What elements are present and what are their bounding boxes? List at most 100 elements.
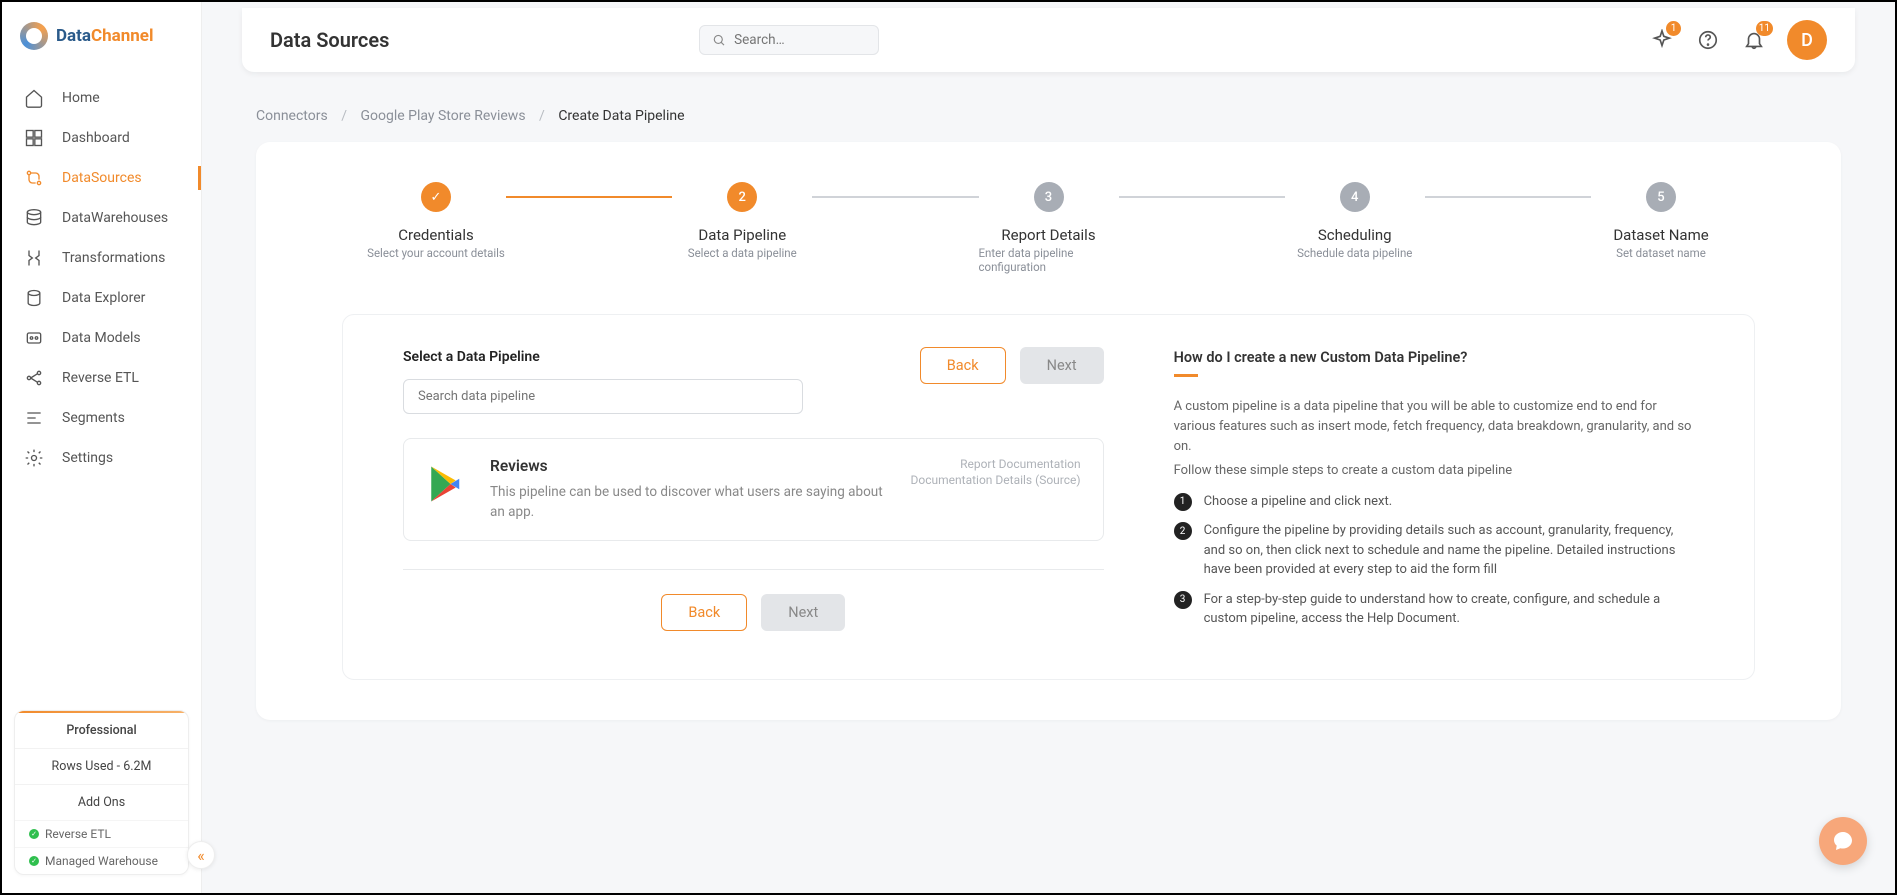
pipeline-card-reviews[interactable]: Reviews This pipeline can be used to dis… bbox=[403, 438, 1104, 541]
breadcrumb-item[interactable]: Google Play Store Reviews bbox=[360, 108, 525, 124]
addon-item: Reverse ETL bbox=[15, 820, 188, 847]
chat-icon bbox=[1831, 829, 1855, 853]
sidebar-item-datamodels[interactable]: Data Models bbox=[2, 318, 201, 358]
sparkle-icon-button[interactable]: 1 bbox=[1649, 27, 1675, 53]
sidebar-item-label: DataSources bbox=[62, 170, 142, 186]
sidebar-item-label: Transformations bbox=[62, 250, 165, 266]
step-title: Dataset Name bbox=[1613, 226, 1708, 244]
step-subtitle: Select your account details bbox=[367, 246, 505, 260]
divider bbox=[403, 569, 1104, 570]
step-title: Credentials bbox=[398, 226, 473, 244]
addon-label: Reverse ETL bbox=[45, 827, 111, 841]
warehouse-icon bbox=[24, 208, 44, 228]
help-step: 3 For a step-by-step guide to understand … bbox=[1174, 590, 1694, 629]
content-card: ✓ Credentials Select your account detail… bbox=[256, 142, 1841, 720]
sparkle-badge: 1 bbox=[1666, 21, 1681, 36]
plan-rows-used[interactable]: Rows Used - 6.2M bbox=[15, 748, 188, 784]
sidebar-nav: Home Dashboard DataSources DataWarehouse… bbox=[2, 74, 201, 710]
sidebar-item-label: Home bbox=[62, 90, 100, 106]
breadcrumb-current: Create Data Pipeline bbox=[558, 108, 684, 124]
help-step-number: 3 bbox=[1174, 591, 1192, 609]
segments-icon bbox=[24, 408, 44, 428]
back-button-top[interactable]: Back bbox=[920, 347, 1006, 384]
sidebar-item-label: Settings bbox=[62, 450, 113, 466]
back-button[interactable]: Back bbox=[661, 594, 747, 631]
plan-tier[interactable]: Professional bbox=[15, 713, 188, 748]
addon-item: Managed Warehouse bbox=[15, 847, 188, 874]
pipeline-title: Reviews bbox=[490, 457, 889, 475]
pipeline-description: This pipeline can be used to discover wh… bbox=[490, 483, 889, 522]
topbar: Data Sources 1 11 D bbox=[242, 8, 1855, 72]
inner-card: Select a Data Pipeline Back Next bbox=[342, 314, 1755, 680]
report-documentation-link[interactable]: Report Documentation bbox=[911, 457, 1081, 471]
help-paragraph: Follow these simple steps to create a cu… bbox=[1174, 461, 1694, 481]
global-search[interactable] bbox=[699, 25, 879, 55]
step-scheduling[interactable]: 4 Scheduling Schedule data pipeline bbox=[1285, 182, 1425, 260]
step-title: Data Pipeline bbox=[698, 226, 786, 244]
home-icon bbox=[24, 88, 44, 108]
breadcrumb-item[interactable]: Connectors bbox=[256, 108, 328, 124]
help-panel: How do I create a new Custom Data Pipeli… bbox=[1174, 349, 1694, 639]
sidebar: DataChannel Home Dashboard DataSources D… bbox=[2, 2, 202, 893]
step-circle: 4 bbox=[1340, 182, 1370, 212]
chat-fab-button[interactable] bbox=[1819, 817, 1867, 865]
next-button[interactable]: Next bbox=[761, 594, 845, 631]
help-icon bbox=[1697, 29, 1719, 51]
user-avatar[interactable]: D bbox=[1787, 20, 1827, 60]
sidebar-item-settings[interactable]: Settings bbox=[2, 438, 201, 478]
notifications-badge: 11 bbox=[1756, 21, 1773, 36]
help-step: 1Choose a pipeline and click next. bbox=[1174, 492, 1694, 512]
help-icon-button[interactable] bbox=[1695, 27, 1721, 53]
step-subtitle: Select a data pipeline bbox=[688, 246, 797, 260]
datasources-icon bbox=[24, 168, 44, 188]
search-input[interactable] bbox=[734, 32, 866, 48]
sidebar-item-datasources[interactable]: DataSources bbox=[2, 158, 201, 198]
addon-label: Managed Warehouse bbox=[45, 854, 158, 868]
sidebar-item-datawarehouses[interactable]: DataWarehouses bbox=[2, 198, 201, 238]
sidebar-item-dashboard[interactable]: Dashboard bbox=[2, 118, 201, 158]
sidebar-item-segments[interactable]: Segments bbox=[2, 398, 201, 438]
plan-addons-label[interactable]: Add Ons bbox=[15, 784, 188, 820]
gear-icon bbox=[24, 448, 44, 468]
sidebar-item-home[interactable]: Home bbox=[2, 78, 201, 118]
sidebar-item-reverseetl[interactable]: Reverse ETL bbox=[2, 358, 201, 398]
step-title: Scheduling bbox=[1318, 226, 1392, 244]
plan-card: Professional Rows Used - 6.2M Add Ons Re… bbox=[14, 710, 189, 875]
help-step-text: Configure the pipeline by providing deta… bbox=[1204, 521, 1694, 580]
step-datasetname[interactable]: 5 Dataset Name Set dataset name bbox=[1591, 182, 1731, 260]
help-paragraph: A custom pipeline is a data pipeline tha… bbox=[1174, 397, 1694, 457]
brand-logo[interactable]: DataChannel bbox=[2, 2, 201, 74]
stepper: ✓ Credentials Select your account detail… bbox=[256, 174, 1841, 314]
step-title: Report Details bbox=[1001, 226, 1095, 244]
transformations-icon bbox=[24, 248, 44, 268]
section-label: Select a Data Pipeline bbox=[403, 349, 803, 365]
breadcrumb: Connectors / Google Play Store Reviews /… bbox=[202, 86, 1895, 142]
models-icon bbox=[24, 328, 44, 348]
step-reportdetails[interactable]: 3 Report Details Enter data pipeline con… bbox=[979, 182, 1119, 274]
reverseetl-icon bbox=[24, 368, 44, 388]
documentation-details-link[interactable]: Documentation Details (Source) bbox=[911, 473, 1081, 487]
step-datapipeline[interactable]: 2 Data Pipeline Select a data pipeline bbox=[672, 182, 812, 260]
sidebar-collapse-button[interactable]: « bbox=[187, 841, 215, 869]
logo-text: DataChannel bbox=[56, 26, 153, 46]
sidebar-item-dataexplorer[interactable]: Data Explorer bbox=[2, 278, 201, 318]
pipeline-search-input[interactable] bbox=[403, 379, 803, 414]
sidebar-item-transformations[interactable]: Transformations bbox=[2, 238, 201, 278]
help-step-number: 1 bbox=[1174, 493, 1192, 511]
step-subtitle: Schedule data pipeline bbox=[1297, 246, 1412, 260]
notifications-icon-button[interactable]: 11 bbox=[1741, 27, 1767, 53]
check-icon bbox=[29, 829, 39, 839]
help-step-number: 2 bbox=[1174, 522, 1192, 540]
sidebar-item-label: Reverse ETL bbox=[62, 370, 139, 386]
help-title: How do I create a new Custom Data Pipeli… bbox=[1174, 349, 1694, 366]
help-step-text: For a step-by-step guide to understand h… bbox=[1204, 590, 1694, 629]
step-circle: 5 bbox=[1646, 182, 1676, 212]
sidebar-item-label: Data Explorer bbox=[62, 290, 145, 306]
page-title: Data Sources bbox=[270, 28, 389, 52]
explorer-icon bbox=[24, 288, 44, 308]
next-button-top[interactable]: Next bbox=[1020, 347, 1104, 384]
step-credentials[interactable]: ✓ Credentials Select your account detail… bbox=[366, 182, 506, 260]
sidebar-item-label: Segments bbox=[62, 410, 125, 426]
main-content: Data Sources 1 11 D Co bbox=[202, 2, 1895, 893]
search-icon bbox=[712, 32, 726, 48]
